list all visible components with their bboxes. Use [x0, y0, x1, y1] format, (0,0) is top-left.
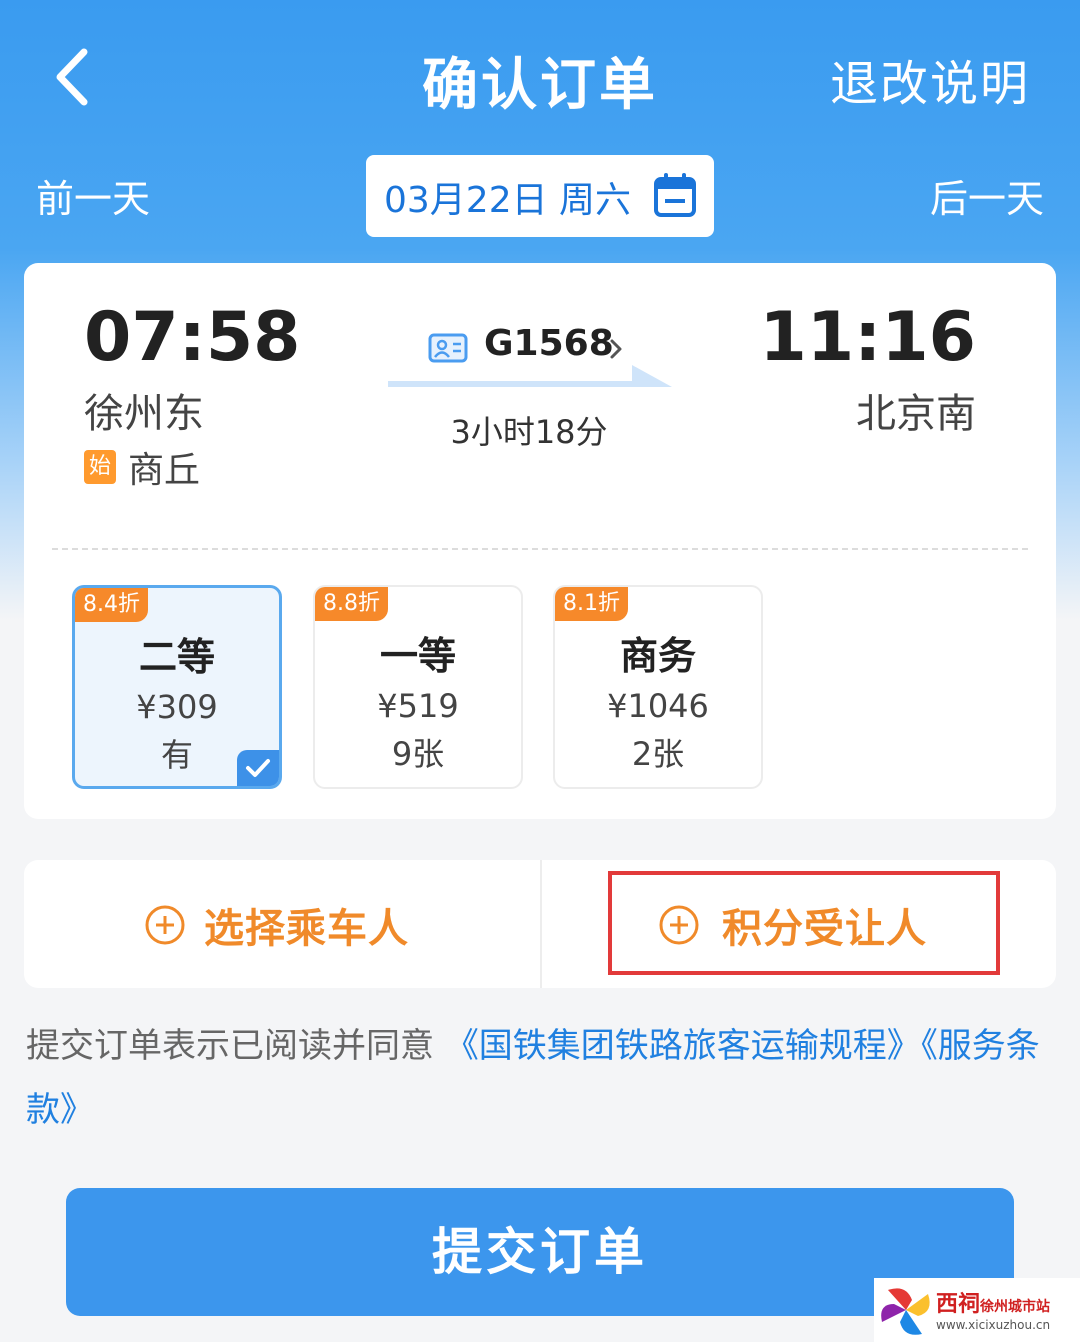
seat-class: 商务 [619, 634, 696, 678]
date-picker[interactable]: 03月22日 周六 [366, 155, 714, 237]
seat-option-business-class[interactable]: 8.1折 商务 ¥1046 2张 [553, 585, 763, 789]
watermark-url: www.xicixuzhou.cn [936, 1318, 1051, 1332]
highlight-annotation [608, 871, 1000, 975]
discount-tag: 8.8折 [315, 587, 388, 621]
divider [52, 548, 1028, 550]
train-number: G1568 [484, 323, 614, 364]
seat-class: 一等 [379, 634, 456, 678]
pinwheel-logo-icon [881, 1288, 930, 1335]
selected-date: 03月22日 周六 [384, 180, 632, 221]
departure-time: 07:58 [84, 298, 301, 377]
seat-class: 二等 [138, 635, 215, 679]
selected-check-badge [237, 750, 279, 786]
seat-availability: 9张 [391, 735, 445, 773]
chevron-right-icon [610, 339, 622, 359]
agreement-text: 提交订单表示已阅读并同意 《国铁集团铁路旅客运输规程》《服务条款》 [26, 1014, 1046, 1142]
agreement-prefix: 提交订单表示已阅读并同意 [26, 1026, 434, 1066]
seat-option-first-class[interactable]: 8.8折 一等 ¥519 9张 [313, 585, 523, 789]
discount-tag: 8.1折 [555, 587, 628, 621]
origin-badge: 始 [84, 450, 116, 484]
calendar-icon [654, 173, 696, 217]
train-info-card: 07:58 徐州东 始 商丘 G1568 3小时18分 11:16 北京南 8.… [24, 263, 1056, 819]
seat-availability: 2张 [631, 735, 685, 773]
seat-option-second-class[interactable]: 8.4折 二等 ¥309 有 [72, 585, 282, 789]
seat-price: ¥309 [136, 688, 218, 726]
route-arrow-icon [388, 365, 672, 387]
next-day-button[interactable]: 后一天 [930, 168, 1044, 223]
watermark: 西祠徐州城市站 www.xicixuzhou.cn [874, 1278, 1080, 1342]
transport-rules-link[interactable]: 《国铁集团铁路旅客运输规程》 [445, 1026, 921, 1066]
refund-policy-link[interactable]: 退改说明 [830, 44, 1030, 114]
submit-order-button[interactable]: 提交订单 [66, 1188, 1014, 1316]
watermark-name: 西祠徐州城市站 [936, 1291, 1051, 1317]
arrival-time: 11:16 [759, 298, 976, 377]
discount-tag: 8.4折 [75, 588, 148, 622]
id-card-icon [428, 333, 468, 363]
arrival-station: 北京南 [856, 391, 976, 437]
top-bar: 确认订单 退改说明 [0, 0, 1080, 150]
choose-passenger-button[interactable]: 选择乘车人 [24, 860, 540, 988]
seat-price: ¥1046 [607, 687, 709, 725]
prev-day-button[interactable]: 前一天 [36, 168, 150, 223]
add-circle-icon [145, 905, 185, 945]
seat-price: ¥519 [377, 687, 459, 725]
choose-passenger-label: 选择乘车人 [204, 906, 409, 952]
check-icon [246, 759, 270, 777]
